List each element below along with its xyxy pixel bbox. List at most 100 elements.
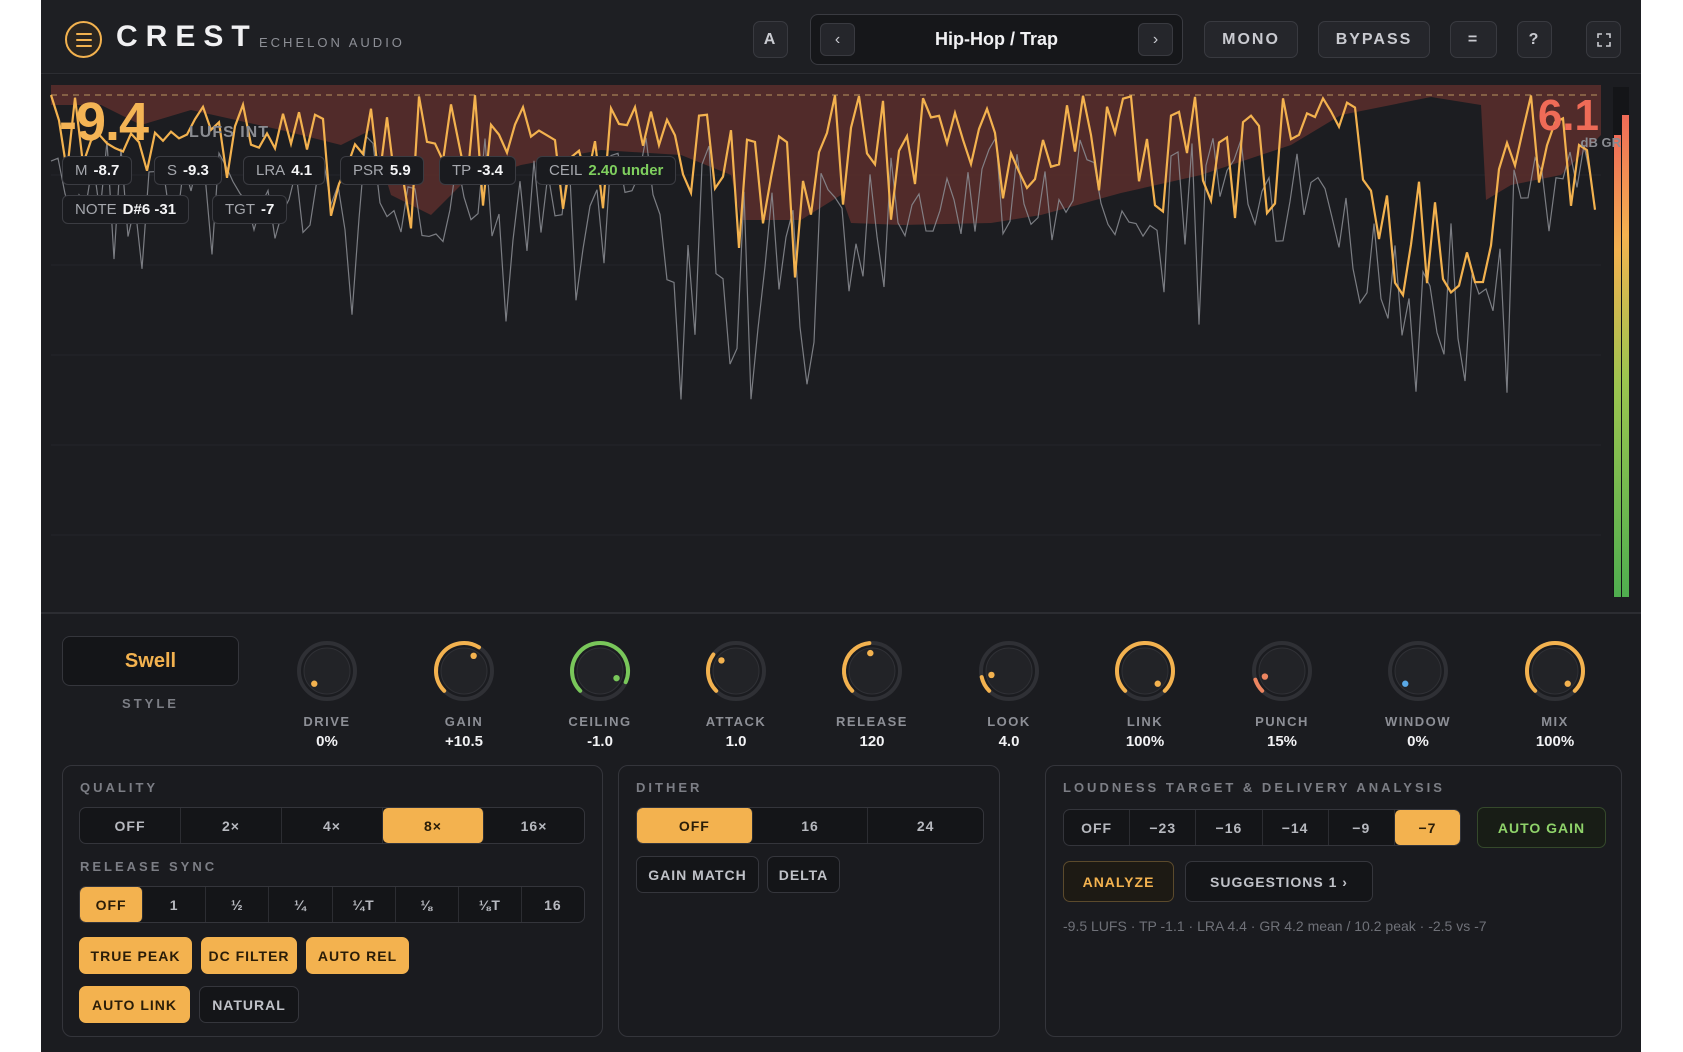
look-value: 4.0 [998,733,1020,750]
auto-link-toggle[interactable]: AUTO LINK [79,986,190,1023]
chip-ceiling: CEIL 2.40 under [536,156,677,185]
waveform-display[interactable]: -9.4 LUFS INT M -8.7 S -9.3 LRA 4.1 PSR 5.9 … [41,75,1641,614]
drive-value: 0% [316,733,338,750]
punch-label: PUNCH [1255,714,1309,729]
quality-option-8x[interactable]: 8× [383,808,484,843]
delta-button[interactable]: DELTA [767,856,840,893]
dither-option-off[interactable]: OFF [637,808,753,843]
target-option-9[interactable]: −9 [1329,810,1395,845]
preset-selector: ‹ Hip-Hop / Trap › [810,14,1183,65]
release-sync-title: RELEASE SYNC [80,859,218,874]
help-button[interactable]: ? [1517,21,1552,58]
preset-next-button[interactable]: › [1138,23,1173,56]
chip-note: NOTE D#6 -31 [62,195,190,224]
gain-knob[interactable] [429,636,499,706]
punch-knob[interactable] [1247,636,1317,706]
dither-option-24[interactable]: 24 [868,808,983,843]
quality-option-off[interactable]: OFF [80,808,181,843]
punch-value: 15% [1266,733,1298,750]
link-label: LINK [1126,714,1164,729]
link-knob[interactable] [1110,636,1180,706]
release-knob[interactable] [837,636,907,706]
preset-prev-button[interactable]: ‹ [820,23,855,56]
analyze-button[interactable]: ANALYZE [1063,861,1174,902]
style-label: STYLE [122,696,179,711]
release-sync-eighth[interactable]: ⅛ [396,887,459,922]
style-selector[interactable]: Swell [62,636,239,686]
analysis-summary: -9.5 LUFS · TP -1.1 · LRA 4.4 · GR 4.2 m… [1063,918,1487,934]
chip-true-peak: TP -3.4 [439,156,517,185]
target-option-14[interactable]: −14 [1263,810,1329,845]
target-option-23[interactable]: −23 [1130,810,1197,845]
true-peak-toggle[interactable]: TRUE PEAK [79,937,192,974]
meter-bar-right [1622,115,1629,597]
dither-option-16[interactable]: 16 [753,808,869,843]
loudness-title: LOUDNESS TARGET & DELIVERY ANALYSIS [1063,780,1445,795]
auto-gain-button[interactable]: AUTO GAIN [1477,807,1606,848]
brand-maker: ECHELON AUDIO [259,35,405,50]
mono-button[interactable]: MONO [1204,21,1298,58]
window-label: WINDOW [1384,714,1452,729]
chip-psr: PSR 5.9 [340,156,424,185]
integrated-lufs-unit: LUFS INT [189,124,269,141]
release-sync-quarter[interactable]: ¼ [269,887,333,922]
window-knob[interactable] [1383,636,1453,706]
quality-title: QUALITY [80,780,159,795]
release-sync-1[interactable]: 1 [143,887,207,922]
compare-button[interactable]: = [1450,21,1497,58]
ceiling-knob[interactable] [565,636,635,706]
menu-icon[interactable] [65,21,102,58]
attack-knob[interactable] [701,636,771,706]
release-sync-quarter-triplet[interactable]: ¼T [333,887,396,922]
loudness-panel: LOUDNESS TARGET & DELIVERY ANALYSIS OFF … [1045,765,1622,1037]
quality-panel: QUALITY OFF 2× 4× 8× 16× RELEASE SYNC OF… [62,765,603,1037]
target-option-16[interactable]: −16 [1196,810,1263,845]
look-knob[interactable] [974,636,1044,706]
look-label: LOOK [987,714,1031,729]
release-sync-16[interactable]: 16 [522,887,584,922]
fullscreen-icon[interactable] [1586,21,1621,58]
release-label: RELEASE [836,714,908,729]
release-sync-selector: OFF 1 ½ ¼ ¼T ⅛ ⅛T 16 [79,886,585,923]
gain-value: +10.5 [445,733,483,750]
plugin-window: CREST ECHELON AUDIO A ‹ Hip-Hop / Trap ›… [41,0,1641,1052]
header-bar: CREST ECHELON AUDIO A ‹ Hip-Hop / Trap ›… [41,0,1641,74]
ceiling-value: -1.0 [587,733,613,750]
release-sync-off[interactable]: OFF [80,887,144,922]
brand-title: CREST [116,20,258,53]
auto-release-toggle[interactable]: AUTO REL [306,937,409,974]
gain-label: GAIN [444,714,484,729]
window-value: 0% [1407,733,1429,750]
gain-match-button[interactable]: GAIN MATCH [636,856,759,893]
chip-target: TGT -7 [212,195,288,224]
quality-option-16x[interactable]: 16× [484,808,584,843]
mix-knob[interactable] [1520,636,1590,706]
drive-label: DRIVE [303,714,351,729]
meter-bar-left [1614,135,1621,597]
release-sync-eighth-triplet[interactable]: ⅛T [459,887,522,922]
chip-short-term: S -9.3 [154,156,222,185]
ab-compare-button[interactable]: A [753,21,788,58]
ceiling-label: CEILING [568,714,632,729]
release-sync-half[interactable]: ½ [206,887,270,922]
integrated-lufs-value: -9.4 [59,92,149,152]
dither-panel: DITHER OFF 16 24 GAIN MATCH DELTA [618,765,1000,1037]
release-value: 120 [859,733,885,750]
dc-filter-toggle[interactable]: DC FILTER [201,937,297,974]
gain-reduction-value: 6.1 [1537,91,1599,140]
preset-name[interactable]: Hip-Hop / Trap [861,29,1132,50]
link-value: 100% [1125,733,1165,750]
dither-selector: OFF 16 24 [636,807,984,844]
quality-option-2x[interactable]: 2× [181,808,282,843]
target-option-off[interactable]: OFF [1064,810,1131,845]
gain-reduction-unit: dB GR [1580,135,1621,150]
attack-value: 1.0 [725,733,747,750]
natural-toggle[interactable]: NATURAL [199,986,299,1023]
suggestions-button[interactable]: SUGGESTIONS 1 › [1185,861,1373,902]
bypass-button[interactable]: BYPASS [1318,21,1430,58]
target-option-7[interactable]: −7 [1394,810,1460,845]
loudness-target-selector: OFF −23 −16 −14 −9 −7 [1063,809,1461,846]
attack-label: ATTACK [705,714,767,729]
quality-option-4x[interactable]: 4× [282,808,383,843]
drive-knob[interactable] [292,636,362,706]
